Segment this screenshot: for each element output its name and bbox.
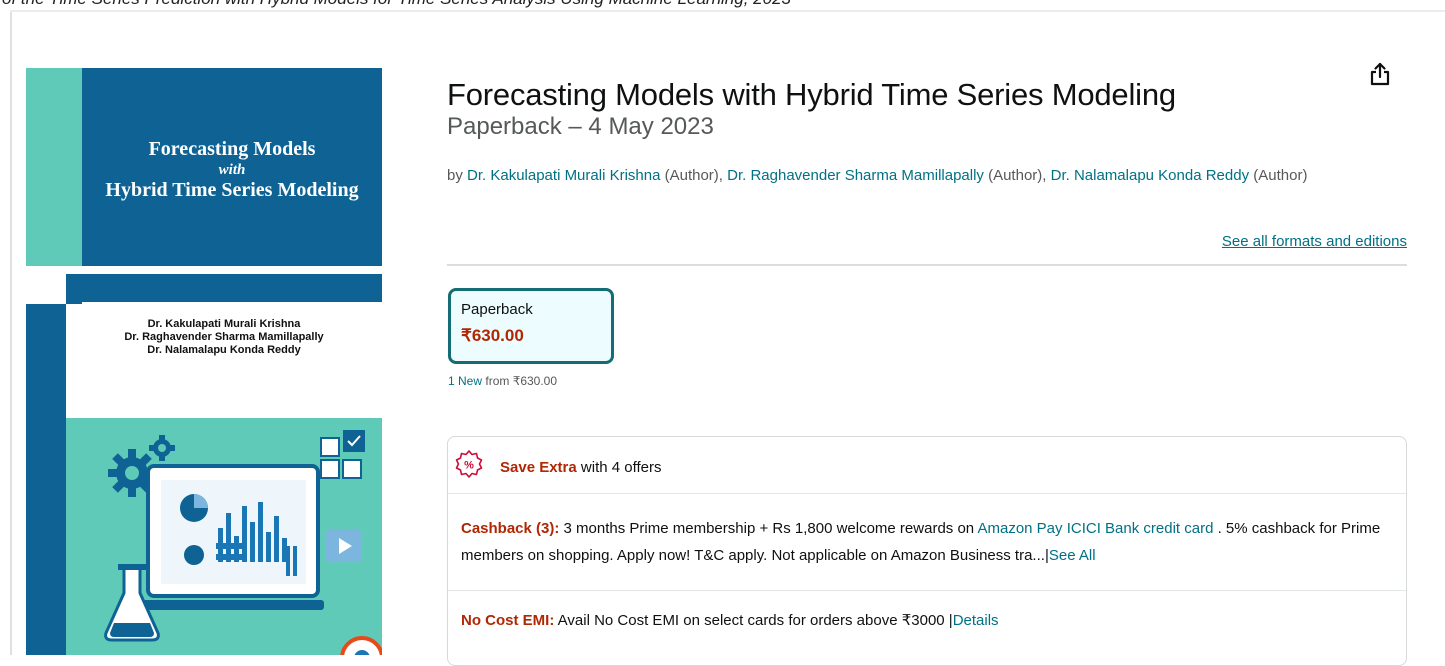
author-link-2[interactable]: Dr. Raghavender Sharma Mamillapally bbox=[727, 167, 984, 184]
cover-author-2: Dr. Raghavender Sharma Mamillapally bbox=[124, 331, 324, 343]
section-divider bbox=[447, 264, 1407, 266]
save-extra-label: Save Extra bbox=[500, 459, 577, 476]
author-role-2: (Author), bbox=[988, 167, 1047, 184]
format-and-date: Paperback – 4 May 2023 bbox=[447, 113, 714, 140]
frame-border-left bbox=[10, 10, 12, 655]
format-name: Paperback bbox=[461, 301, 533, 318]
emi-text: Avail No Cost EMI on select cards for or… bbox=[557, 612, 945, 629]
icici-card-link[interactable]: Amazon Pay ICICI Bank credit card bbox=[977, 520, 1213, 537]
author-byline: by Dr. Kakulapati Murali Krishna (Author… bbox=[447, 161, 1407, 190]
cover-title-line3: Hybrid Time Series Modeling bbox=[105, 179, 359, 201]
svg-text:%: % bbox=[464, 460, 474, 472]
new-offers-link[interactable]: 1 New bbox=[448, 374, 482, 388]
cover-title-line1: Forecasting Models bbox=[148, 138, 316, 160]
cover-illustration-art bbox=[104, 430, 382, 655]
offers-box: % Save Extra with 4 offers Cashback (3):… bbox=[447, 436, 1407, 666]
cover-author-1: Dr. Kakulapati Murali Krishna bbox=[147, 318, 301, 330]
emi-details-link[interactable]: Details bbox=[953, 612, 999, 629]
offers-header[interactable]: % Save Extra with 4 offers bbox=[448, 437, 1406, 494]
new-from-price: from ₹630.00 bbox=[485, 374, 558, 388]
cover-stripe bbox=[82, 274, 382, 302]
format-option-paperback[interactable]: Paperback ₹630.00 bbox=[448, 288, 614, 364]
product-title: Forecasting Models with Hybrid Time Seri… bbox=[447, 76, 1176, 112]
no-cost-emi-offer: No Cost EMI: Avail No Cost EMI on select… bbox=[461, 607, 1401, 634]
emi-label: No Cost EMI: bbox=[461, 612, 555, 629]
cover-title: Forecasting Models with Hybrid Time Seri… bbox=[82, 68, 382, 266]
cropped-caption: of the Time Series Prediction with Hybri… bbox=[2, 0, 791, 9]
author-role-3: (Author) bbox=[1253, 167, 1308, 184]
author-role-1: (Author), bbox=[664, 167, 723, 184]
new-offers-line: 1 New from ₹630.00 bbox=[448, 374, 557, 388]
share-icon bbox=[1370, 62, 1390, 86]
cashback-offer: Cashback (3): 3 months Prime membership … bbox=[461, 515, 1401, 569]
format-price: ₹630.00 bbox=[461, 326, 524, 345]
offer-divider bbox=[448, 590, 1406, 591]
cover-illustration bbox=[66, 418, 382, 655]
cashback-text: 3 months Prime membership + Rs 1,800 wel… bbox=[563, 520, 975, 537]
cover-left-notch bbox=[66, 274, 82, 304]
cover-author-3: Dr. Nalamalapu Konda Reddy bbox=[147, 344, 301, 356]
byline-prefix: by bbox=[447, 167, 463, 184]
offers-count: with 4 offers bbox=[580, 459, 662, 476]
offers-header-text: Save Extra with 4 offers bbox=[500, 459, 662, 476]
cover-blue-block bbox=[26, 104, 82, 234]
cover-authors: Dr. Kakulapati Murali Krishna Dr. Raghav… bbox=[66, 318, 382, 357]
frame-border-top bbox=[10, 10, 1445, 12]
see-all-offers-link[interactable]: See All bbox=[1049, 547, 1096, 564]
cover-title-line2: with bbox=[218, 162, 246, 178]
cashback-label: Cashback (3): bbox=[461, 520, 560, 537]
author-link-1[interactable]: Dr. Kakulapati Murali Krishna bbox=[467, 167, 660, 184]
book-cover-image[interactable]: Forecasting Models with Hybrid Time Seri… bbox=[26, 68, 382, 655]
offer-badge-icon: % bbox=[455, 450, 483, 478]
author-link-3[interactable]: Dr. Nalamalapu Konda Reddy bbox=[1051, 167, 1249, 184]
cover-left-bar bbox=[26, 304, 66, 655]
see-all-formats-link[interactable]: See all formats and editions bbox=[1222, 233, 1407, 250]
cropped-header-text: of the Time Series Prediction with Hybri… bbox=[0, 0, 1445, 10]
share-button[interactable] bbox=[1363, 57, 1397, 91]
